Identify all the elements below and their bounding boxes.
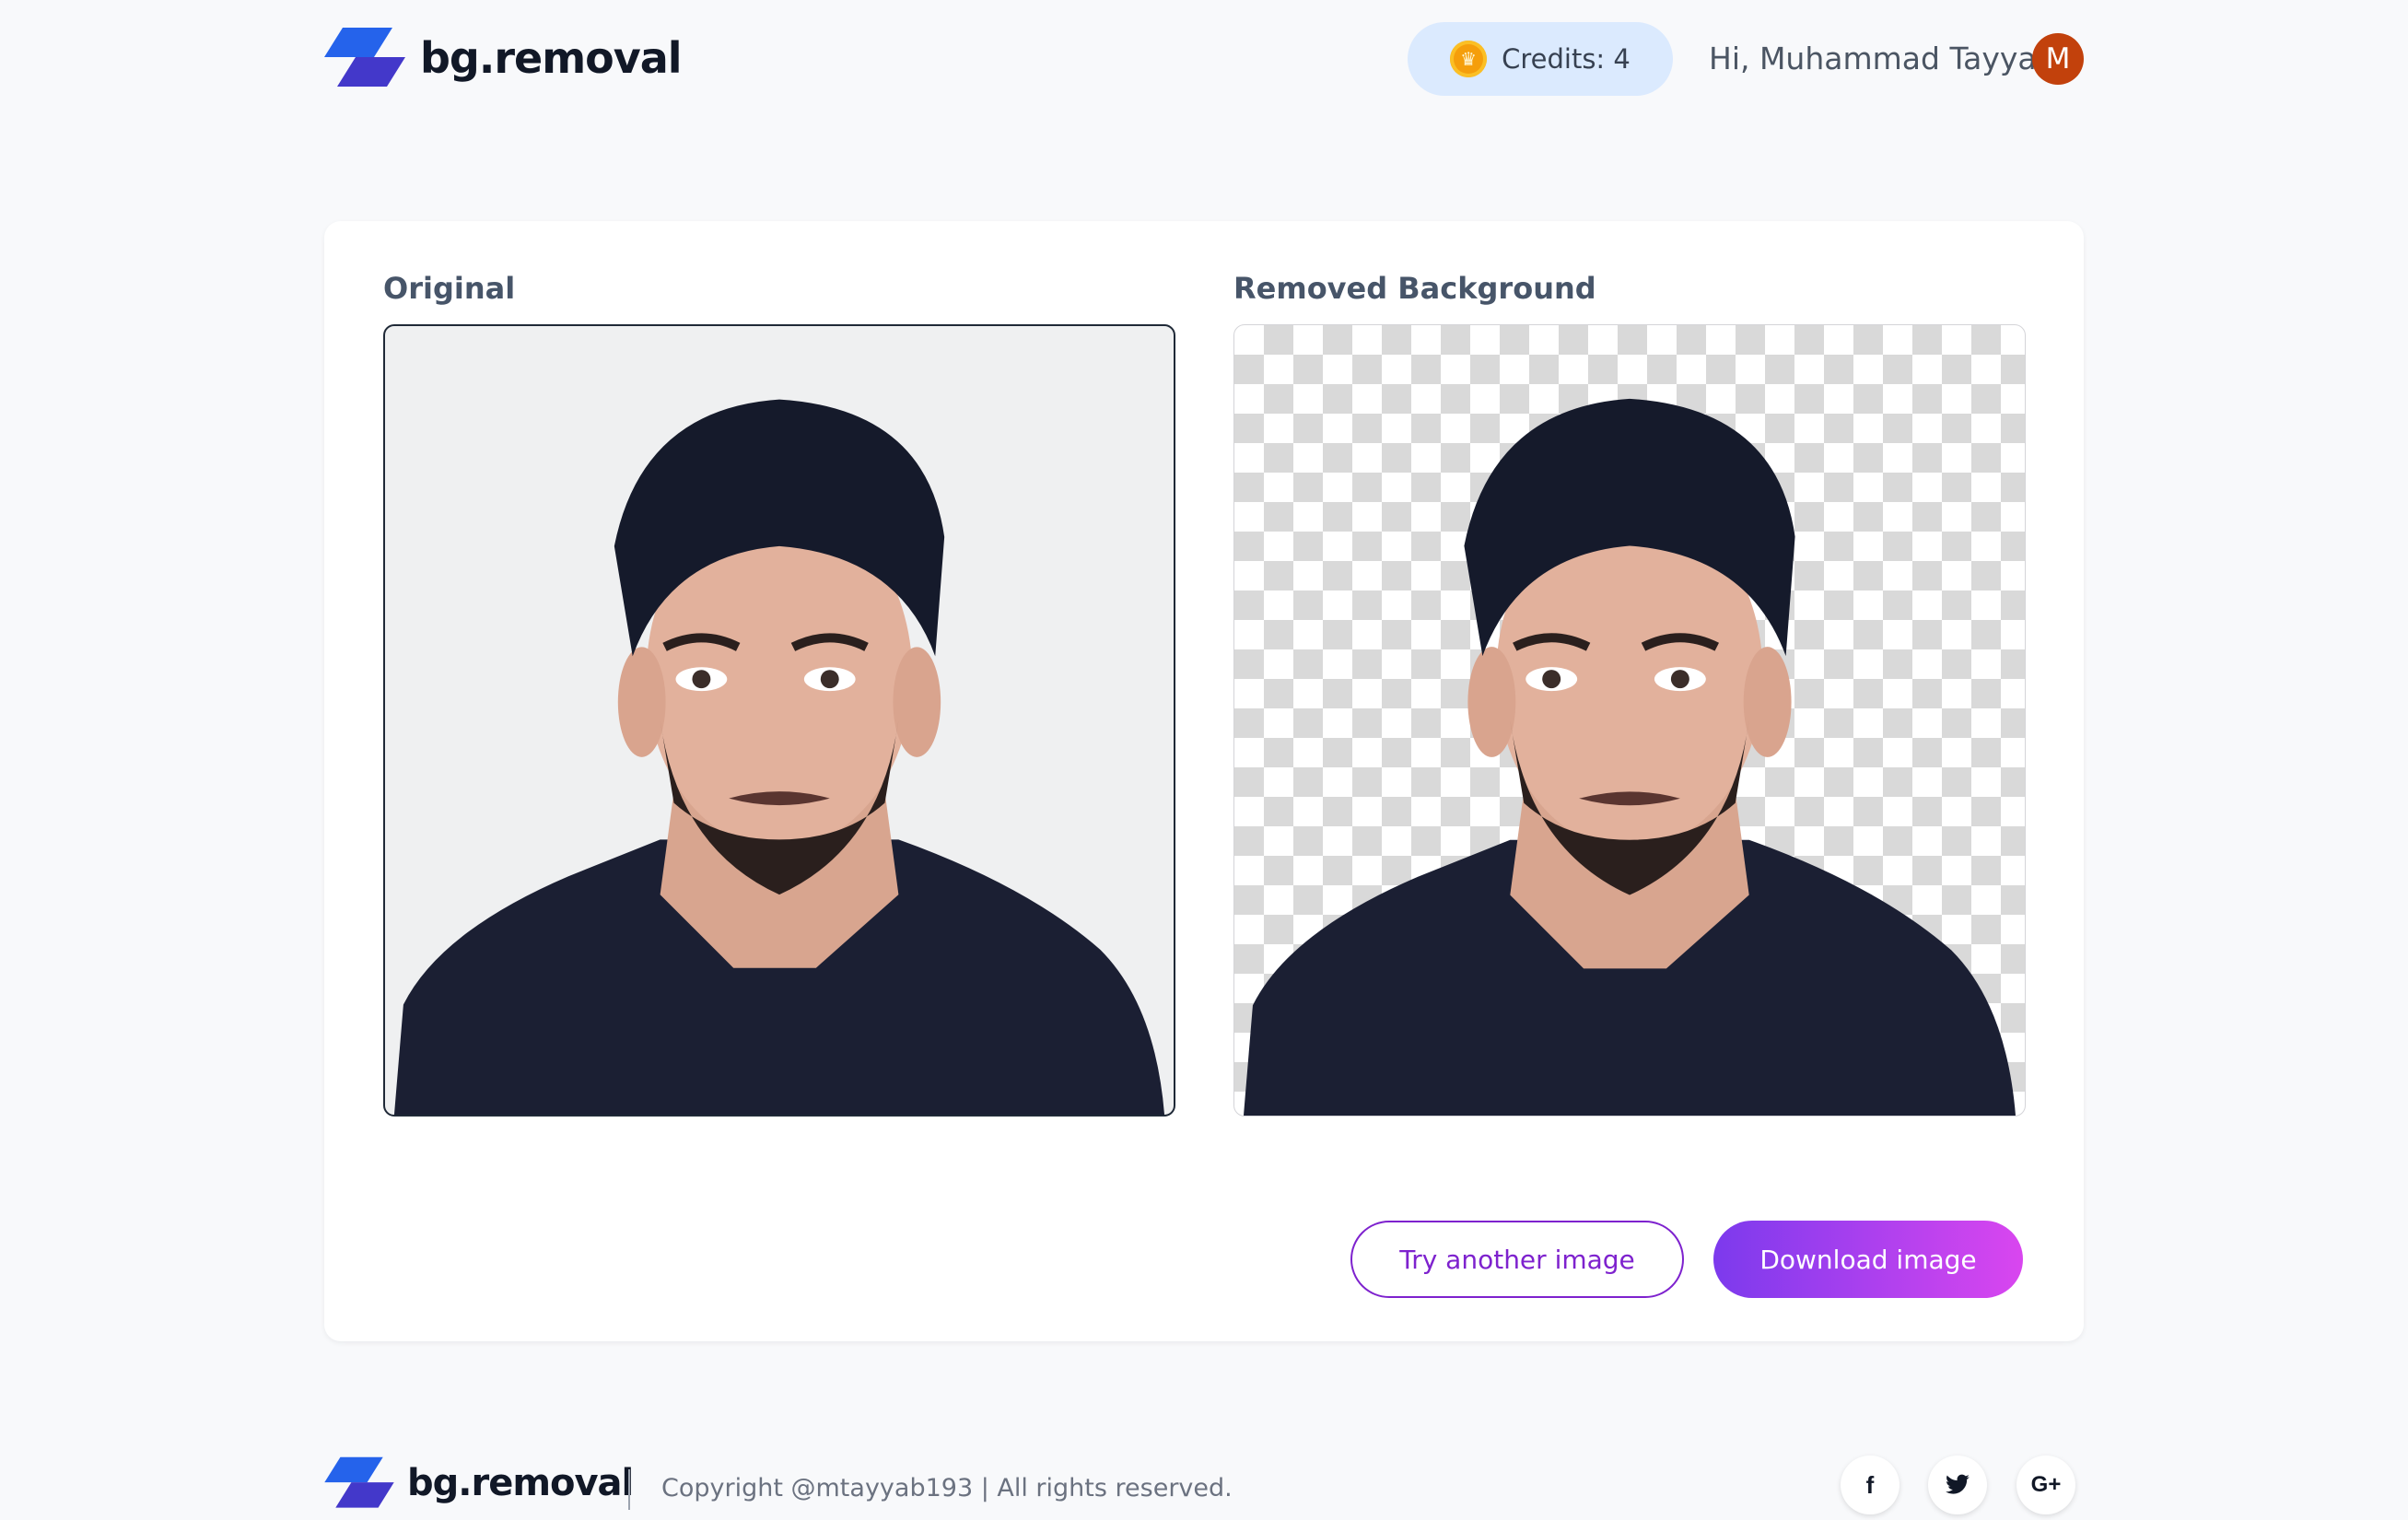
credits-label: Credits: 4 — [1502, 43, 1631, 75]
credits-badge[interactable]: ♛ Credits: 4 — [1408, 22, 1673, 96]
try-another-image-button[interactable]: Try another image — [1350, 1221, 1684, 1298]
logo-mark-icon — [324, 1456, 394, 1508]
logo-mark-icon — [324, 28, 405, 87]
footer-divider — [628, 1469, 630, 1510]
coin-icon: ♛ — [1450, 41, 1488, 77]
footer-brand-logo[interactable]: bg.removal — [322, 1456, 634, 1511]
portrait-original — [393, 399, 1165, 1115]
removed-background-title: Removed Background — [1233, 271, 1596, 306]
result-card: Original Removed Background Try another … — [324, 221, 2084, 1341]
avatar[interactable]: M — [2032, 33, 2084, 85]
portrait-removed — [1243, 398, 2016, 1116]
twitter-icon[interactable] — [1928, 1456, 1987, 1514]
brand-logo[interactable]: bg.removal — [322, 26, 683, 90]
removed-background-image — [1233, 324, 2026, 1117]
footer-brand-name: bg.removal — [407, 1462, 634, 1504]
google-plus-icon[interactable]: G+ — [2016, 1456, 2075, 1514]
original-image — [383, 324, 1175, 1117]
download-image-button[interactable]: Download image — [1713, 1221, 2023, 1298]
facebook-icon[interactable]: f — [1841, 1456, 1900, 1514]
original-title: Original — [383, 271, 516, 306]
user-greeting: Hi, Muhammad Tayyab — [1709, 41, 2056, 76]
brand-name: bg.removal — [420, 33, 683, 83]
copyright-text: Copyright @mtayyab193 | All rights reser… — [661, 1474, 1233, 1502]
twitter-bird-icon — [1946, 1474, 1970, 1494]
